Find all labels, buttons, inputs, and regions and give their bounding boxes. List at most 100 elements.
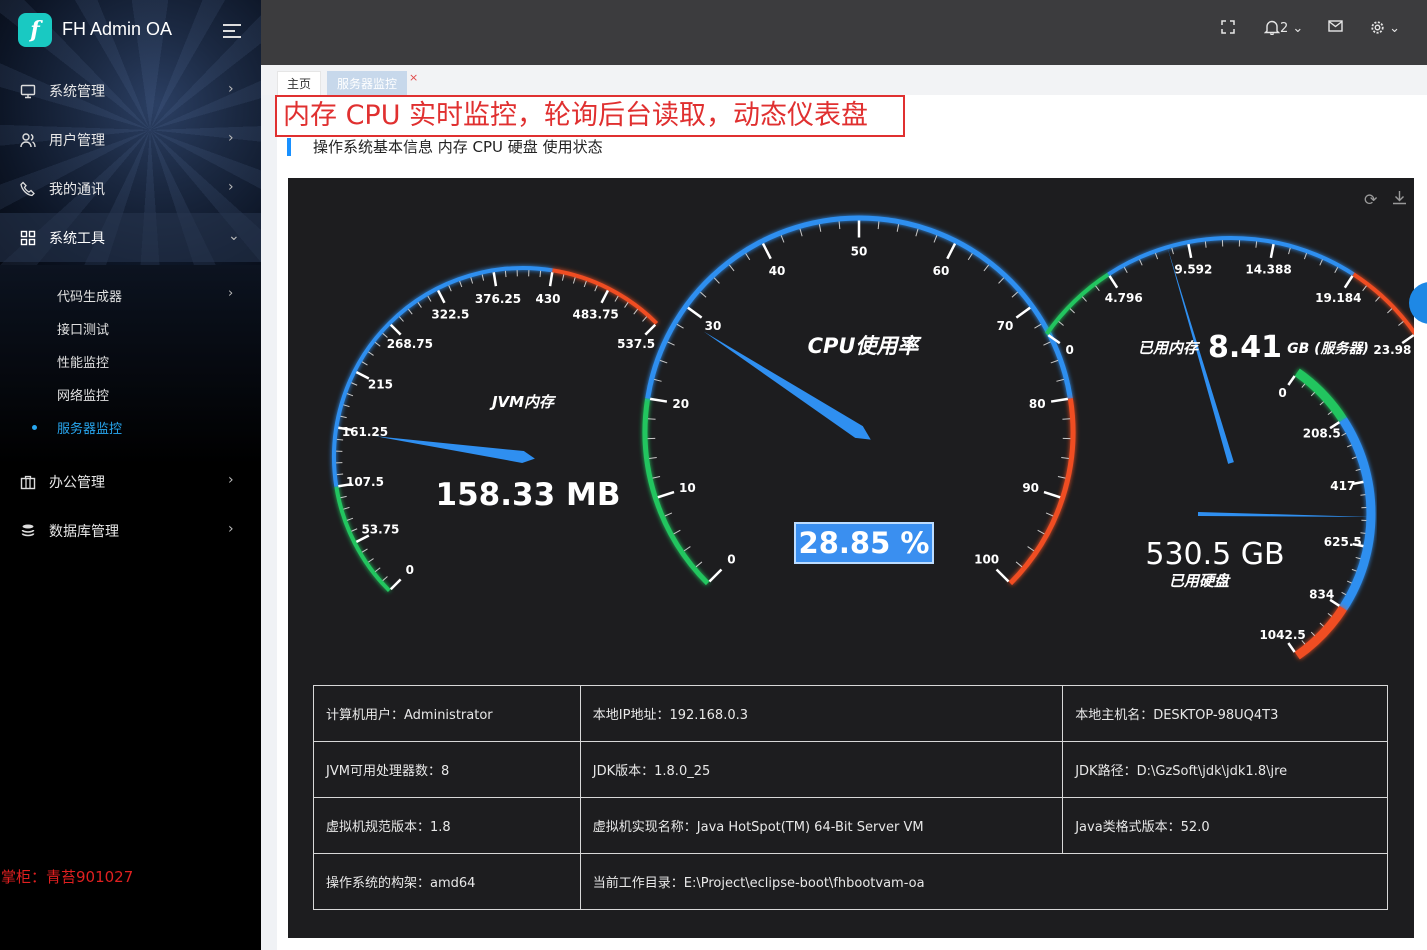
gauge-minor-tick: [594, 285, 598, 292]
chevron-right-icon: ›: [228, 179, 234, 195]
gauge-minor-tick: [1056, 378, 1064, 382]
gauge-major-tick: [1187, 243, 1193, 259]
gauge-minor-tick: [1355, 556, 1361, 560]
sidebar-item-system-manage[interactable]: 系统管理 ›: [0, 66, 261, 115]
table-cell: 当前工作目录：E:\Project\eclipse-boot\fhbootvam…: [579, 853, 1389, 910]
jvm-gauge-title: JVM内存: [489, 393, 557, 411]
gauge-minor-tick: [659, 359, 668, 364]
gauge-minor-tick: [417, 302, 422, 308]
active-dot: [32, 425, 37, 430]
chevron-right-icon: ›: [228, 286, 234, 301]
gauge-minor-tick: [398, 316, 404, 322]
gauge-minor-tick: [1057, 475, 1066, 479]
gauge-minor-tick: [340, 415, 347, 419]
gauge-minor-tick: [695, 561, 703, 568]
settings-button[interactable]: ⌄: [1370, 20, 1400, 36]
sidebar-subitem-api-test[interactable]: 接口测试: [0, 311, 261, 344]
gauge-minor-tick: [1346, 444, 1352, 448]
gauge-tick-label: 0: [727, 553, 735, 567]
gauge-minor-tick: [1398, 321, 1404, 326]
gauge-tick-label: 100: [974, 553, 999, 567]
gauge-minor-tick: [343, 404, 350, 408]
gauge-tick-label: 19.184: [1315, 291, 1361, 305]
collapse-menu-icon[interactable]: [223, 24, 241, 38]
sidebar-item-user-manage[interactable]: 用户管理 ›: [0, 115, 261, 164]
sidebar-subitem-code-generator[interactable]: 代码生成器 ›: [0, 278, 261, 311]
sidebar-subitem-network[interactable]: 网络监控: [0, 377, 261, 410]
gauge-major-tick: [1108, 275, 1119, 289]
gauge-major-tick: [946, 242, 957, 260]
gauge-tick-label: 70: [997, 319, 1014, 333]
gauge-minor-tick: [343, 506, 350, 510]
gauge-minor-tick: [1204, 241, 1207, 248]
gauge-minor-tick: [1327, 612, 1333, 617]
gauge-tick-label: 60: [933, 264, 950, 278]
gauge-minor-tick: [1011, 291, 1018, 298]
bell-icon: [1263, 20, 1281, 36]
gauge-minor-tick: [1027, 546, 1035, 552]
gauge-tick-label: 40: [769, 264, 786, 278]
sidebar-item-database[interactable]: 数据库管理 ›: [0, 506, 261, 555]
table-row: 虚拟机规范版本：1.8 虚拟机实现名称：Java HotSpot(TM) 64-…: [313, 797, 1388, 854]
memory-unit-text: GB (服务器): [1287, 340, 1369, 357]
gauge-minor-tick: [427, 295, 432, 302]
gauge-major-tick: [649, 397, 668, 403]
gear-icon: [1371, 21, 1384, 34]
table-cell: 操作系统的构架：amd64: [313, 853, 581, 910]
gauge-minor-tick: [459, 280, 463, 288]
gauge-minor-tick: [1310, 392, 1315, 397]
gauge-chart: 0102030405060708090100053.75107.5161.252…: [332, 215, 1417, 660]
close-icon[interactable]: ×: [409, 71, 418, 84]
notification-button[interactable]: 2 ⌄: [1263, 20, 1303, 36]
gauge-tick-label: 20: [672, 397, 689, 411]
memory-value-text: 8.41: [1208, 330, 1282, 365]
sidebar-subitem-server-monitor[interactable]: 服务器监控: [0, 410, 261, 443]
gauge-minor-tick: [1362, 285, 1367, 292]
gauge-minor-tick: [561, 274, 565, 281]
disk-value-text: 530.5 GB: [1145, 537, 1284, 572]
gauge-minor-tick: [368, 558, 374, 563]
gauge-major-tick: [492, 272, 498, 287]
sidebar-subitem-performance[interactable]: 性能监控: [0, 344, 261, 377]
gauge-tick-label: 107.5: [346, 475, 384, 489]
chevron-down-icon: ⌄: [228, 228, 240, 244]
gauge-minor-tick: [407, 308, 413, 315]
gauge-tick-label: 80: [1029, 397, 1046, 411]
sidebar-item-office[interactable]: 办公管理 ›: [0, 457, 261, 506]
gauge-axis-band: [1107, 236, 1355, 276]
gauge-major-tick: [1287, 642, 1296, 653]
sidebar-item-system-tools[interactable]: 系统工具 ⌄: [0, 213, 261, 262]
gauge-minor-tick: [1061, 457, 1069, 460]
gauge-minor-tick: [728, 264, 735, 272]
gauge-tick-label: 322.5: [431, 307, 469, 321]
table-row: JVM可用处理器数：8 JDK版本：1.8.0_25 JDK路径：D:\GzSo…: [313, 741, 1388, 798]
gauge-minor-tick: [633, 308, 639, 315]
download-icon[interactable]: [1392, 190, 1407, 209]
gauge-minor-tick: [983, 264, 990, 272]
tab-home[interactable]: 主页: [277, 71, 322, 95]
gauge-minor-tick: [780, 235, 785, 243]
gauge-major-tick: [687, 306, 703, 319]
gauge-major-tick: [1343, 275, 1354, 289]
sidebar-item-communication[interactable]: 我的通讯 ›: [0, 164, 261, 213]
tab-server-monitor[interactable]: 服务器监控: [327, 71, 408, 95]
gauge-minor-tick: [683, 546, 691, 552]
refresh-icon[interactable]: ⟳: [1364, 190, 1377, 209]
table-cell: JVM可用处理器数：8: [313, 741, 581, 798]
gauge-minor-tick: [361, 548, 368, 553]
gauge-major-tick: [761, 242, 772, 260]
mail-icon[interactable]: [1328, 20, 1343, 36]
top-header: 2 ⌄ ⌄: [261, 0, 1427, 65]
gauge-minor-tick: [346, 517, 354, 521]
gauge-axis-band: [1339, 417, 1376, 611]
chevron-right-icon: ›: [228, 130, 234, 146]
gauge-minor-tick: [336, 438, 344, 441]
fullscreen-icon[interactable]: [1221, 20, 1235, 38]
system-info-table: 计算机用户：Administrator 本地IP地址：192.168.0.3 本…: [313, 685, 1389, 910]
gauge-minor-tick: [818, 224, 822, 232]
gauge-tick-label: 208.5: [1303, 427, 1341, 441]
gauge-minor-tick: [700, 291, 707, 298]
gauge-minor-tick: [1319, 259, 1323, 266]
gauge-tick-label: 53.75: [361, 523, 399, 537]
table-cell: JDK版本：1.8.0_25: [579, 741, 1064, 798]
